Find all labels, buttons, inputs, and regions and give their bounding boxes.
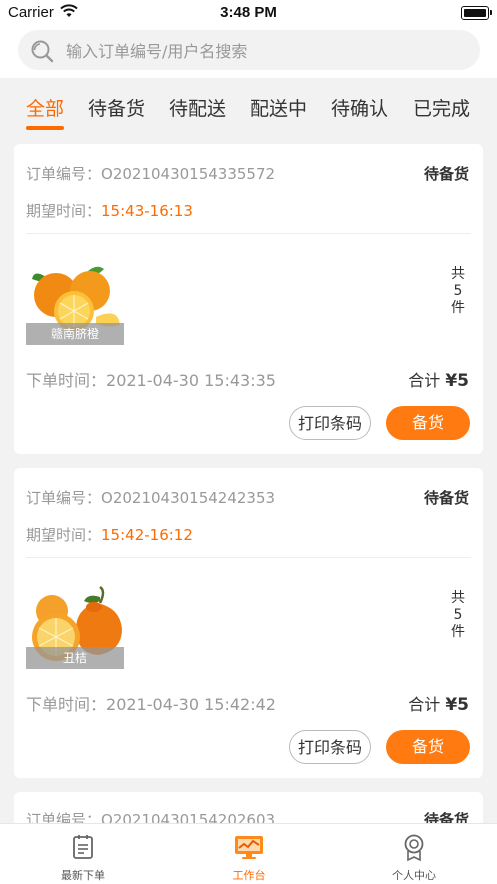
order-time-value: 2021-04-30 15:42:42 bbox=[106, 695, 276, 714]
order-time: 下单时间：2021-04-30 15:43:35 bbox=[26, 367, 276, 391]
active-tab-indicator bbox=[26, 126, 64, 130]
tab-pending-stock[interactable]: 待备货 bbox=[88, 94, 145, 121]
tab-pending-delivery[interactable]: 待配送 bbox=[169, 94, 226, 121]
product-image[interactable]: 丑桔 bbox=[26, 583, 124, 669]
order-total: 合计 ¥5 bbox=[408, 367, 469, 391]
order-time-value: 2021-04-30 15:43:35 bbox=[106, 371, 276, 390]
order-status: 待备货 bbox=[423, 165, 469, 183]
order-time: 下单时间：2021-04-30 15:42:42 bbox=[26, 691, 276, 715]
item-count: 共5件 bbox=[451, 590, 465, 640]
product-name: 丑桔 bbox=[26, 647, 124, 669]
product-image[interactable]: 赣南脐橙 bbox=[26, 259, 124, 345]
print-barcode-button[interactable]: 打印条码 bbox=[289, 406, 371, 440]
order-number: 订单编号：O20210430154242353 bbox=[26, 487, 275, 508]
divider bbox=[26, 557, 471, 558]
order-card[interactable]: 订单编号：O20210430154335572 待备货 期望时间：15:43-1… bbox=[14, 144, 483, 454]
divider bbox=[26, 233, 471, 234]
tab-completed[interactable]: 已完成 bbox=[413, 94, 470, 121]
tab-pending-confirm[interactable]: 待确认 bbox=[331, 94, 388, 121]
total-amount: ¥5 bbox=[445, 695, 469, 715]
prepare-stock-button[interactable]: 备货 bbox=[386, 406, 470, 440]
user-badge-icon bbox=[402, 834, 426, 866]
order-time-label: 下单时间： bbox=[26, 695, 107, 714]
order-number: 订单编号：O20210430154335572 bbox=[26, 163, 275, 184]
tab-personal-center[interactable]: 个人中心 bbox=[331, 824, 497, 884]
clipboard-icon bbox=[71, 834, 95, 864]
prepare-stock-button[interactable]: 备货 bbox=[386, 730, 470, 764]
order-number-label: 订单编号： bbox=[26, 165, 102, 183]
expected-time-label: 期望时间： bbox=[26, 526, 102, 544]
expected-time-label: 期望时间： bbox=[26, 202, 102, 220]
expected-time-value: 15:42-16:12 bbox=[101, 526, 193, 544]
tab-label: 个人中心 bbox=[392, 869, 436, 882]
product-name: 赣南脐橙 bbox=[26, 323, 124, 345]
total-amount: ¥5 bbox=[445, 371, 469, 391]
battery-icon bbox=[461, 6, 492, 20]
search-box[interactable] bbox=[18, 30, 480, 72]
expected-time-value: 15:43-16:13 bbox=[101, 202, 193, 220]
monitor-chart-icon bbox=[234, 834, 264, 864]
status-bar: Carrier 3:48 PM bbox=[0, 0, 497, 26]
total-label: 合计 bbox=[408, 371, 441, 390]
tab-label: 工作台 bbox=[232, 869, 266, 882]
search-icon bbox=[30, 39, 54, 67]
order-number-value: O20210430154335572 bbox=[101, 165, 276, 183]
order-number-value: O20210430154242353 bbox=[101, 489, 276, 507]
order-status: 待备货 bbox=[423, 489, 469, 507]
print-barcode-button[interactable]: 打印条码 bbox=[289, 730, 371, 764]
total-label: 合计 bbox=[408, 695, 441, 714]
search-input[interactable] bbox=[64, 30, 468, 72]
clock: 3:48 PM bbox=[220, 4, 277, 21]
order-total: 合计 ¥5 bbox=[408, 691, 469, 715]
tab-delivering[interactable]: 配送中 bbox=[250, 94, 307, 121]
order-card[interactable]: 订单编号：O20210430154242353 待备货 期望时间：15:42-1… bbox=[14, 468, 483, 778]
tab-label: 最新下单 bbox=[61, 869, 105, 882]
order-time-label: 下单时间： bbox=[26, 371, 107, 390]
order-number-label: 订单编号： bbox=[26, 489, 102, 507]
tab-latest-orders[interactable]: 最新下单 bbox=[0, 824, 166, 884]
tab-all[interactable]: 全部 bbox=[26, 94, 64, 121]
expected-time: 期望时间：15:42-16:12 bbox=[26, 524, 193, 545]
bottom-tab-bar: 最新下单 工作台 个人中心 bbox=[0, 823, 497, 884]
status-tabs: 全部 待备货 待配送 配送中 待确认 已完成 bbox=[0, 78, 497, 138]
search-bar bbox=[0, 26, 497, 78]
expected-time: 期望时间：15:43-16:13 bbox=[26, 200, 193, 221]
tab-workbench[interactable]: 工作台 bbox=[166, 824, 332, 884]
item-count: 共5件 bbox=[451, 266, 465, 316]
